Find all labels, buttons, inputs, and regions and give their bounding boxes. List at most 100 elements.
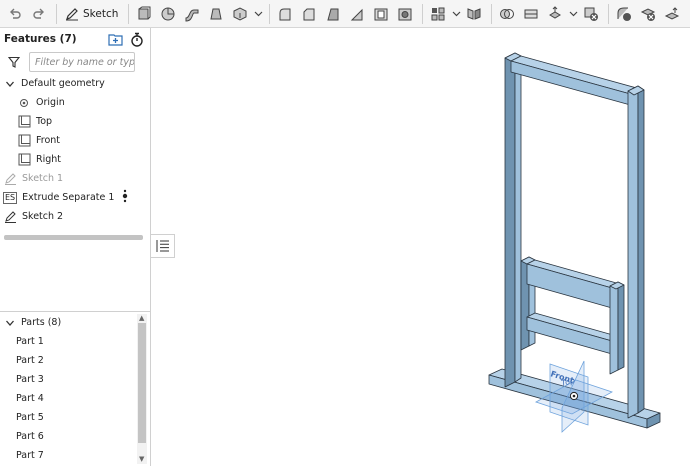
plane-icon bbox=[17, 134, 31, 148]
shell-icon bbox=[374, 8, 388, 20]
shell-button[interactable] bbox=[370, 3, 392, 25]
fillet-icon bbox=[279, 8, 291, 20]
part-left-post[interactable] bbox=[504, 52, 522, 388]
tree-item-origin[interactable]: Origin bbox=[0, 93, 150, 112]
rib-button[interactable] bbox=[346, 3, 368, 25]
scroll-down-icon[interactable]: ▼ bbox=[139, 456, 145, 463]
part-label: Part 4 bbox=[16, 393, 44, 404]
part-label: Part 2 bbox=[16, 355, 44, 366]
extrude-separate-badge: ES bbox=[3, 191, 18, 204]
delete-face-icon bbox=[641, 7, 656, 21]
parts-scrollbar-thumb[interactable] bbox=[138, 323, 146, 443]
rollback-bar-handle[interactable] bbox=[122, 188, 128, 207]
chevron-down-icon bbox=[569, 11, 578, 17]
parts-group[interactable]: Parts (8) bbox=[0, 313, 151, 332]
part-lower-rail[interactable] bbox=[526, 312, 621, 355]
split-button[interactable] bbox=[520, 3, 542, 25]
toolbar: Sketch bbox=[0, 0, 690, 28]
mirror-button[interactable] bbox=[463, 3, 485, 25]
plane-icon bbox=[17, 115, 31, 129]
boolean-button[interactable] bbox=[496, 3, 518, 25]
transform-button[interactable] bbox=[544, 3, 566, 25]
toolbar-divider bbox=[491, 3, 493, 24]
undo-button[interactable] bbox=[4, 3, 26, 25]
parts-title: Parts (8) bbox=[21, 317, 62, 328]
fillet-button[interactable] bbox=[274, 3, 296, 25]
toolbar-divider bbox=[56, 3, 57, 24]
tree-item-front[interactable]: Front bbox=[0, 131, 150, 150]
loft-icon bbox=[210, 8, 223, 19]
add-folder-button[interactable] bbox=[106, 30, 124, 48]
modify-fillet-button[interactable] bbox=[613, 3, 635, 25]
tree-item-label: Top bbox=[36, 116, 53, 127]
part-right-post[interactable] bbox=[627, 85, 645, 419]
draft-icon bbox=[327, 8, 339, 20]
tree-item-top[interactable]: Top bbox=[0, 112, 150, 131]
scroll-up-icon[interactable]: ▲ bbox=[139, 315, 145, 322]
modify-fillet-icon bbox=[617, 7, 632, 21]
tree-item-right[interactable]: Right bbox=[0, 150, 150, 169]
rib-icon bbox=[351, 8, 363, 20]
part-item[interactable]: Part 1 bbox=[0, 332, 151, 351]
origin-icon[interactable] bbox=[569, 391, 579, 401]
tree-item-label: Front bbox=[36, 135, 61, 146]
delete-part-button[interactable] bbox=[580, 3, 602, 25]
part-item[interactable]: Part 7 bbox=[0, 446, 151, 465]
part-item[interactable]: Part 3 bbox=[0, 370, 151, 389]
filter-row bbox=[0, 50, 150, 74]
chevron-down-icon[interactable] bbox=[3, 316, 17, 330]
draft-button[interactable] bbox=[322, 3, 344, 25]
toolbar-divider bbox=[422, 3, 424, 24]
pattern-menu-caret[interactable] bbox=[451, 3, 461, 25]
pattern-button[interactable] bbox=[427, 3, 449, 25]
thicken-button[interactable] bbox=[229, 3, 251, 25]
part-item[interactable]: Part 6 bbox=[0, 427, 151, 446]
thicken-icon bbox=[233, 6, 247, 21]
model-view[interactable]: Front Top bbox=[152, 28, 690, 466]
part-label: Part 6 bbox=[16, 431, 44, 442]
tree-item-sketch-1[interactable]: Sketch 1 bbox=[0, 169, 150, 188]
sketch-icon bbox=[3, 210, 17, 224]
revolve-button[interactable] bbox=[157, 3, 179, 25]
toolbar-divider bbox=[128, 3, 130, 24]
parts-list: Parts (8) Part 1 Part 2 Part 3 Part 4 Pa… bbox=[0, 311, 151, 466]
tree-item-extrude-separate-1[interactable]: ES Extrude Separate 1 bbox=[0, 188, 150, 207]
extrude-button[interactable] bbox=[133, 3, 155, 25]
transform-menu-caret[interactable] bbox=[568, 3, 578, 25]
move-face-button[interactable] bbox=[661, 3, 683, 25]
default-geometry-group[interactable]: Default geometry bbox=[0, 74, 150, 93]
chamfer-button[interactable] bbox=[298, 3, 320, 25]
parts-scrollbar[interactable]: ▲ ▼ bbox=[137, 314, 147, 464]
part-item[interactable]: Part 5 bbox=[0, 408, 151, 427]
graphics-viewport[interactable]: Front Top bbox=[152, 28, 690, 466]
tree-item-label: Sketch 2 bbox=[22, 211, 64, 222]
hole-icon bbox=[398, 8, 412, 20]
redo-button[interactable] bbox=[28, 3, 50, 25]
feature-menu-caret[interactable] bbox=[253, 3, 263, 25]
delete-face-button[interactable] bbox=[637, 3, 659, 25]
delete-part-icon bbox=[584, 7, 599, 21]
chevron-down-icon[interactable] bbox=[3, 77, 17, 91]
mirror-icon bbox=[467, 7, 481, 20]
part-label: Part 3 bbox=[16, 374, 44, 385]
hole-button[interactable] bbox=[394, 3, 416, 25]
tree-item-label: Sketch 1 bbox=[22, 173, 64, 184]
pattern-icon bbox=[431, 7, 445, 20]
sketch-button[interactable]: Sketch bbox=[61, 3, 122, 25]
sweep-button[interactable] bbox=[181, 3, 203, 25]
part-item[interactable]: Part 2 bbox=[0, 351, 151, 370]
filter-icon[interactable] bbox=[8, 56, 20, 68]
part-label: Part 1 bbox=[16, 336, 44, 347]
sketch-label: Sketch bbox=[83, 7, 119, 20]
rollback-timer-button[interactable] bbox=[128, 30, 146, 48]
part-right-short-post[interactable] bbox=[609, 281, 625, 375]
part-upper-rail[interactable] bbox=[526, 259, 621, 309]
split-icon bbox=[524, 9, 538, 18]
feature-list-scrollbar[interactable] bbox=[4, 235, 143, 240]
loft-button[interactable] bbox=[205, 3, 227, 25]
part-item[interactable]: Part 4 bbox=[0, 389, 151, 408]
part-label: Part 5 bbox=[16, 412, 44, 423]
part-top-bar[interactable] bbox=[510, 55, 645, 107]
tree-item-sketch-2[interactable]: Sketch 2 bbox=[0, 207, 150, 226]
filter-input[interactable] bbox=[29, 52, 135, 72]
